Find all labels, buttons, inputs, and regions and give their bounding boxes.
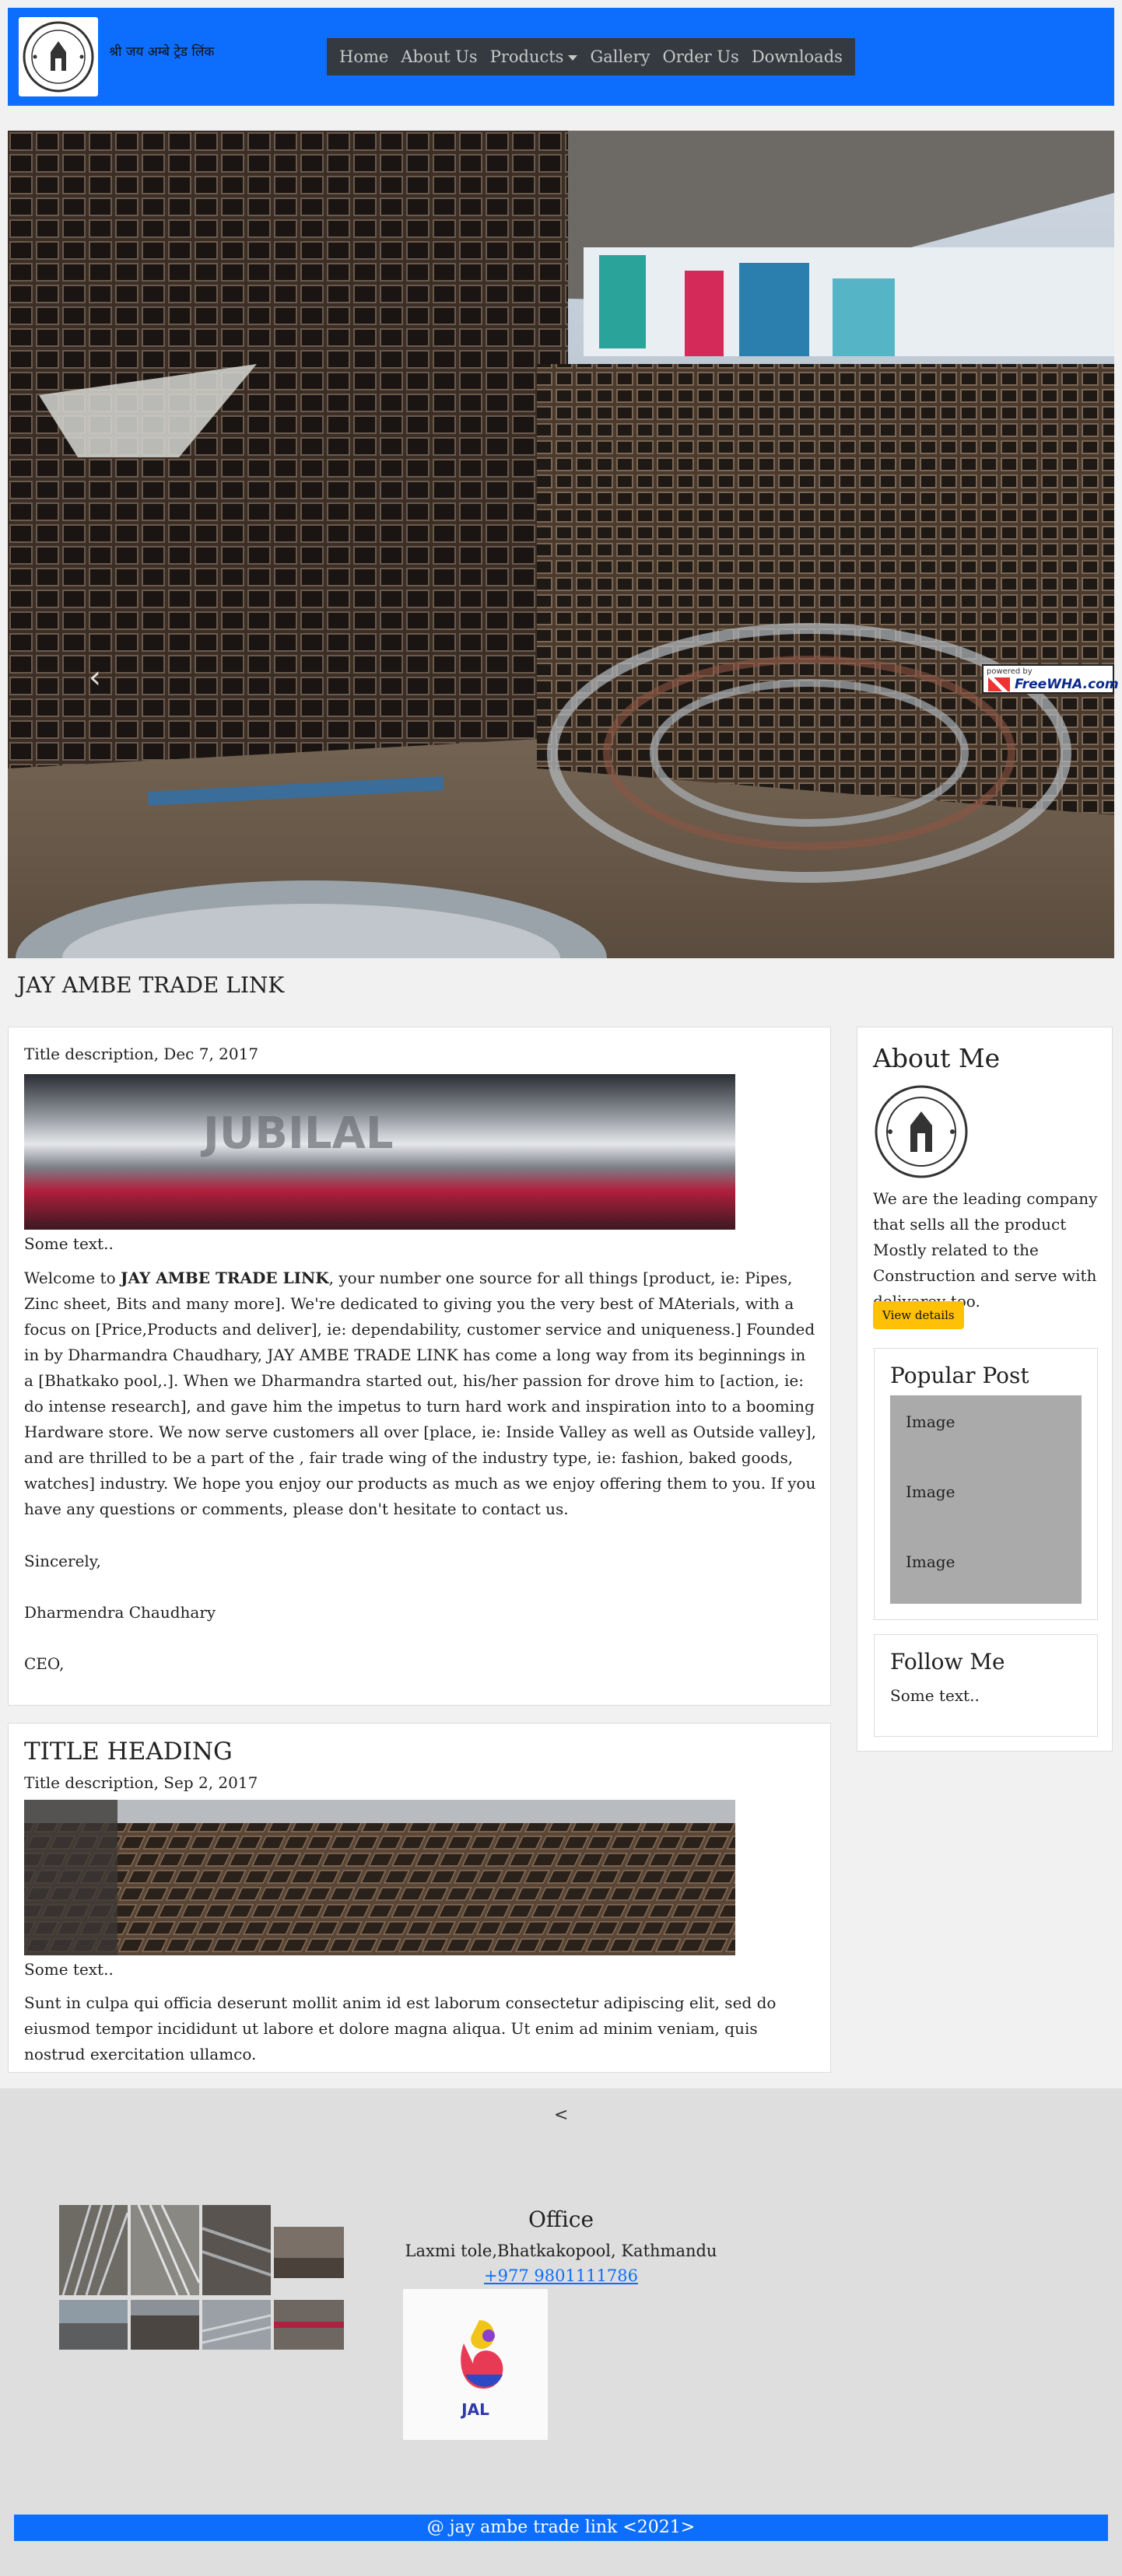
post-description: Title description, Sep 2, 2017 <box>24 1773 258 1792</box>
post-heading: TITLE HEADING <box>24 1738 233 1766</box>
carousel-prev-icon[interactable]: ‹ <box>89 660 101 695</box>
emblem-icon <box>875 1085 968 1178</box>
follow-widget: Follow Me Some text.. <box>874 1634 1098 1737</box>
post-some-text: Some text.. <box>24 1960 114 1979</box>
watermark-logo-icon <box>988 677 1010 691</box>
nav-products-label: Products <box>489 47 564 66</box>
follow-text: Some text.. <box>890 1686 980 1705</box>
gallery-thumbnail[interactable] <box>59 2300 128 2350</box>
post-paragraph: Welcome to JAY AMBE TRADE LINK, your num… <box>24 1265 816 1522</box>
office-heading: Office <box>528 2207 594 2232</box>
post-card: TITLE HEADING Title description, Sep 2, … <box>8 1723 831 2073</box>
office-phone-link[interactable]: +977 9801111786 <box>0 2266 1122 2285</box>
hero-carousel: ‹ › <box>8 131 1114 958</box>
watermark-badge[interactable]: powered by FreeWHA.com <box>982 664 1119 694</box>
post-image: JUBILAL <box>24 1074 735 1230</box>
copyright-bar: @ jay ambe trade link <2021> <box>14 2515 1108 2541</box>
site-title: JAY AMBE TRADE LINK <box>17 972 285 998</box>
footer-arrow-icon[interactable]: < <box>554 2105 568 2125</box>
popular-item[interactable]: Image <box>906 1412 955 1431</box>
main-nav: Home About Us Products Gallery Order Us … <box>327 38 855 75</box>
nav-gallery[interactable]: Gallery <box>584 47 656 66</box>
post-description: Title description, Dec 7, 2017 <box>24 1045 259 1063</box>
post-card: Title description, Dec 7, 2017 JUBILAL S… <box>8 1027 831 1706</box>
site-footer: < Office Laxmi tole,Bhatkakopool, Kathma… <box>0 2088 1122 2576</box>
emblem-icon <box>23 21 94 93</box>
watermark-big-text: FreeWHA.com <box>1015 677 1119 692</box>
popular-heading: Popular Post <box>890 1363 1029 1388</box>
gallery-thumbnail[interactable] <box>274 2300 344 2350</box>
hero-photo <box>8 131 1114 958</box>
company-name-bold: JAY AMBE TRADE LINK <box>121 1269 329 1287</box>
about-heading: About Me <box>873 1043 1001 1073</box>
jal-logo-icon: JAL <box>460 2320 503 2419</box>
author-role: CEO, <box>24 1654 65 1673</box>
nav-order-us[interactable]: Order Us <box>657 47 745 66</box>
post-some-text: Some text.. <box>24 1234 114 1253</box>
site-header: श्री जय अम्बे ट्रेड लिंक Home About Us P… <box>8 8 1114 106</box>
nav-home[interactable]: Home <box>333 47 394 66</box>
post-image <box>24 1800 735 1955</box>
popular-post-widget: Popular Post Image Image Image <box>874 1348 1098 1620</box>
nav-products-dropdown[interactable]: Products <box>484 47 584 66</box>
about-sidebar: About Me We are the leading company that… <box>857 1027 1113 1752</box>
view-details-button[interactable]: View details <box>873 1301 964 1329</box>
svg-text:JUBILAL: JUBILAL <box>200 1108 394 1159</box>
intro-text: Welcome to <box>24 1269 121 1287</box>
footer-logo: JAL <box>403 2289 548 2440</box>
nav-downloads[interactable]: Downloads <box>745 47 849 66</box>
gallery-thumbnail[interactable] <box>202 2300 271 2350</box>
brand-text: श्री जय अम्बे ट्रेड लिंक <box>109 44 215 60</box>
popular-item[interactable]: Image <box>906 1552 955 1571</box>
signoff: Sincerely, <box>24 1552 101 1570</box>
jal-logo-text: JAL <box>460 2400 489 2419</box>
nav-about-us[interactable]: About Us <box>394 47 483 66</box>
follow-heading: Follow Me <box>890 1649 1005 1675</box>
watermark-small-text: powered by <box>987 667 1033 676</box>
about-text: We are the leading company that sells al… <box>873 1189 1098 1311</box>
popular-list: Image Image Image <box>890 1395 1082 1604</box>
gallery-thumbnail[interactable] <box>131 2300 199 2350</box>
intro-body: , your number one source for all things … <box>24 1269 816 1518</box>
post-paragraph: Sunt in culpa qui officia deserunt molli… <box>24 1993 777 2063</box>
popular-item[interactable]: Image <box>906 1482 955 1501</box>
author-name: Dharmendra Chaudhary <box>24 1603 216 1622</box>
office-address: Laxmi tole,Bhatkakopool, Kathmandu <box>405 2242 717 2260</box>
company-logo[interactable] <box>19 17 98 96</box>
caret-down-icon <box>568 55 578 61</box>
